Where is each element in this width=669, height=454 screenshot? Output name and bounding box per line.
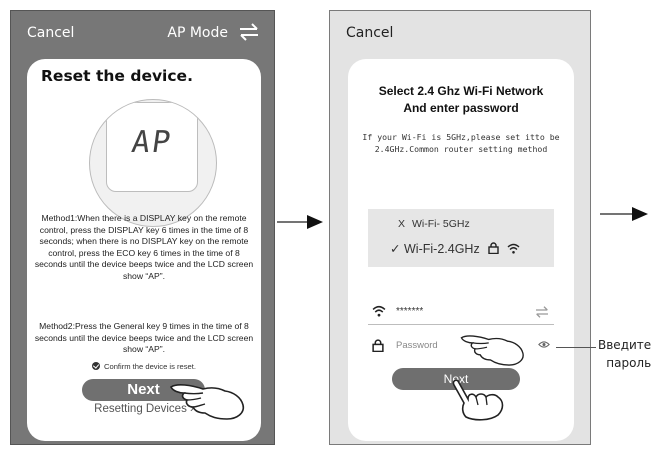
arrow-right-icon xyxy=(600,207,648,221)
confirm-reset-checkbox[interactable]: Confirm the device is reset. xyxy=(27,362,261,371)
arrow-right-icon xyxy=(277,215,323,229)
ap-mode-button[interactable]: AP Mode xyxy=(167,25,228,41)
annotation-enter-password: Введите пароль xyxy=(598,336,651,372)
wifi-5g-label: Wi-Fi- 5GHz xyxy=(412,218,470,230)
lock-icon xyxy=(372,339,384,352)
lcd-screen: AP xyxy=(106,102,198,192)
wifi-ssid-field[interactable]: ******* xyxy=(368,301,554,325)
eye-icon[interactable] xyxy=(538,340,550,349)
method1-text: Method1:When there is a DISPLAY key on t… xyxy=(34,213,254,281)
wifi-icon xyxy=(372,305,386,317)
intro-line-2: 2.4GHz.Common router setting method xyxy=(374,144,548,154)
page-title: Select 2.4 Ghz Wi-Fi Network And enter p… xyxy=(348,83,574,117)
lock-icon xyxy=(488,242,499,255)
page-title: Reset the device. xyxy=(41,67,193,85)
intro-line-1: If your Wi-Fi is 5GHz,please set itto be xyxy=(362,132,560,142)
wifi-24g-label: Wi-Fi-2.4GHz xyxy=(404,242,480,256)
reset-card: Reset the device. AP Method1:When there … xyxy=(27,59,261,441)
annotation-line-2: пароль xyxy=(606,356,652,370)
phone-screen-wifi: Cancel Select 2.4 Ghz Wi-Fi Network And … xyxy=(329,10,591,445)
swap-arrows-icon[interactable] xyxy=(534,306,550,318)
wifi-card: Select 2.4 Ghz Wi-Fi Network And enter p… xyxy=(348,59,574,441)
top-bar: Cancel xyxy=(330,11,590,55)
method2-text: Method2:Press the General key 9 times in… xyxy=(34,321,254,355)
pointing-hand-icon xyxy=(460,335,524,366)
cancel-button[interactable]: Cancel xyxy=(346,25,393,41)
device-display-illustration: AP xyxy=(89,99,217,227)
cancel-button[interactable]: Cancel xyxy=(27,25,74,41)
lcd-text: AP xyxy=(129,125,175,160)
wifi-5g-row: X Wi-Fi- 5GHz xyxy=(368,218,554,230)
wifi-24g-row: ✓ Wi-Fi-2.4GHz xyxy=(368,241,554,256)
pointing-hand-icon xyxy=(169,384,245,420)
annotation-line-1: Введите xyxy=(598,338,652,352)
check-circle-icon[interactable] xyxy=(91,362,100,370)
wifi-band-illustration: X Wi-Fi- 5GHz ✓ Wi-Fi-2.4GHz xyxy=(368,209,554,267)
title-line-2: And enter password xyxy=(403,101,519,115)
confirm-label: Confirm the device is reset. xyxy=(103,362,196,371)
wifi-ssid-value: ******* xyxy=(396,306,424,317)
swap-arrows-icon[interactable] xyxy=(238,23,260,41)
title-line-1: Select 2.4 Ghz Wi-Fi Network xyxy=(378,84,544,98)
phone-screen-reset: Cancel AP Mode Reset the device. AP Meth… xyxy=(10,10,275,445)
intro-text: If your Wi-Fi is 5GHz,please set itto be… xyxy=(348,131,574,155)
cross-mark: X xyxy=(398,218,406,230)
check-mark: ✓ xyxy=(390,242,401,256)
pointing-hand-icon xyxy=(452,379,504,421)
top-bar: Cancel AP Mode xyxy=(11,11,274,55)
wifi-icon xyxy=(507,243,520,254)
annotation-leader-line xyxy=(556,347,596,348)
password-placeholder: Password xyxy=(396,340,438,351)
